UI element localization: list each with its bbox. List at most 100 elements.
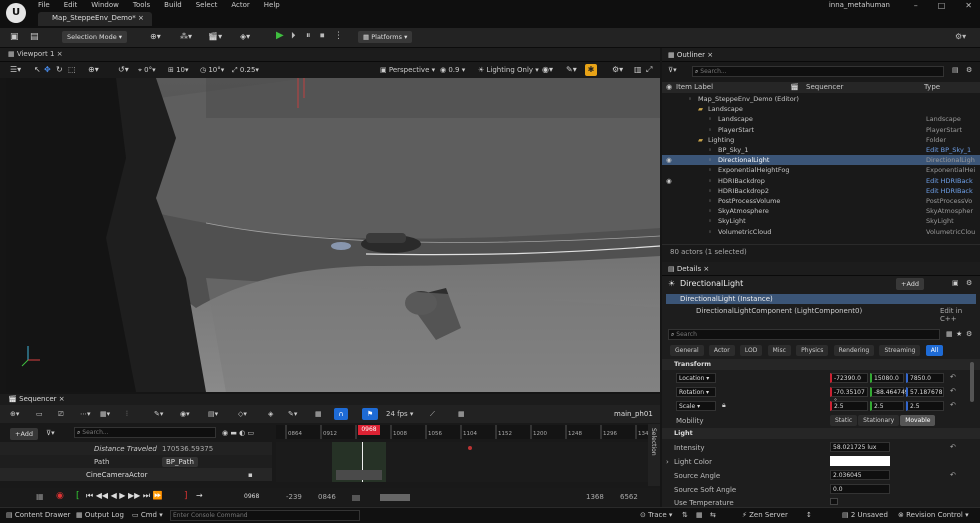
sequencer-search-input[interactable]: ⌕ Search... — [74, 427, 216, 438]
camera-cut-icon[interactable]: ▪ — [248, 471, 253, 479]
actions-icon[interactable]: ⋯▾ — [80, 410, 91, 418]
loop-icon[interactable]: ▦ — [36, 492, 44, 501]
rotation-snap[interactable]: ⌖ 0°▾ — [138, 66, 156, 75]
viewport-tab[interactable]: ▦ Viewport 1 × — [8, 50, 63, 58]
source-soft-angle-field[interactable]: 0.0 — [830, 484, 890, 494]
scale-snap[interactable]: ⤢ 0.25▾ — [232, 66, 259, 75]
track-row-distance[interactable]: Distance Traveled 170536.59375 — [0, 442, 272, 455]
menu-actor[interactable]: Actor — [231, 1, 249, 9]
outliner-row[interactable]: ◦ SkyAtmosphere SkyAtmospher — [662, 206, 980, 216]
outliner-row[interactable]: ◦ VolumetricCloud VolumetricClou — [662, 227, 980, 237]
add-actor-icon[interactable]: ⊕▾ — [150, 32, 161, 41]
outliner-settings-icon[interactable]: ⚙ — [966, 66, 972, 74]
visibility-eye-icon[interactable]: ◉ — [666, 176, 672, 186]
game-view-icon[interactable]: ✱ — [585, 64, 597, 76]
details-scrollbar[interactable] — [970, 362, 974, 402]
col-type[interactable]: Type — [924, 83, 940, 91]
reset-rotation-icon[interactable]: ↶ — [950, 387, 956, 395]
fps-dropdown[interactable]: 24 fps ▾ — [386, 410, 413, 418]
modes-icon[interactable]: ◈▾ — [240, 32, 250, 41]
col-item-label[interactable]: Item Label — [676, 83, 713, 91]
light-section-header[interactable]: Light — [662, 428, 980, 439]
tools-icon[interactable]: ✎▾ — [154, 410, 163, 418]
filter-icon[interactable]: ⊽▾ — [668, 66, 677, 74]
source-angle-field[interactable]: 2.036045 — [830, 470, 890, 480]
scroll-handle-left[interactable] — [352, 495, 360, 501]
outliner-row[interactable]: ◉ ◦ DirectionalLight DirectionalLigh — [662, 155, 980, 166]
cmd-dropdown[interactable]: ▭ Cmd ▾ — [132, 511, 163, 519]
mobility-movable[interactable]: Movable — [900, 415, 936, 426]
set-start-icon[interactable]: [ — [76, 491, 80, 501]
curve-icon[interactable]: ⫶ — [126, 410, 128, 419]
outliner-row[interactable]: ◦ ExponentialHeightFog ExponentialHei — [662, 165, 980, 175]
playback-options-icon[interactable]: ▤▾ — [208, 410, 218, 418]
settings-icon[interactable]: ⚙▾ — [955, 32, 966, 41]
output-log-button[interactable]: ▦ Output Log — [76, 511, 124, 519]
rotation-x-field[interactable]: -70.35107 ° — [830, 387, 868, 405]
scale-tool-icon[interactable]: ⬚ — [68, 65, 76, 74]
viewport-menu-icon[interactable]: ☰▾ — [10, 65, 21, 74]
move-tool-icon[interactable]: ✥ — [44, 65, 51, 74]
view-icon[interactable]: ◉▾ — [180, 410, 190, 418]
details-view-icon[interactable]: ▦ — [946, 330, 953, 338]
outliner-tab[interactable]: ▦ Outliner × — [668, 51, 713, 59]
menu-window[interactable]: Window — [91, 1, 119, 9]
perspective-dropdown[interactable]: ▣ Perspective ▾ — [380, 66, 435, 74]
play-icon[interactable]: ▶ — [276, 30, 284, 41]
level-tab[interactable]: Map_SteppeEnv_Demo* × — [38, 12, 152, 26]
selection-side-tab[interactable]: Selection — [648, 424, 660, 486]
view-mode-dropdown[interactable]: ☀ Lighting Only ▾ — [478, 66, 539, 74]
key-diamond-icon[interactable]: ◇▾ — [238, 410, 247, 418]
rotation-z-field[interactable]: 57.187678 — [906, 387, 944, 397]
menu-help[interactable]: Help — [264, 1, 280, 9]
outliner-row[interactable]: ▰ Landscape — [662, 104, 980, 114]
source-control-icon[interactable]: ↕ — [806, 511, 812, 519]
select-tool-icon[interactable]: ↖ — [34, 65, 41, 74]
current-frame-marker[interactable]: 0968 — [358, 425, 380, 435]
use-temperature-checkbox[interactable] — [830, 498, 838, 505]
outliner-search-input[interactable]: ⌕ Search... — [692, 66, 944, 77]
outliner-row[interactable]: ▰ Lighting Folder — [662, 135, 980, 145]
platforms-button[interactable]: ▦ Platforms ▾ — [358, 31, 413, 43]
details-tab[interactable]: ▤ Details × — [668, 265, 709, 273]
outliner-row[interactable]: ◦ Map_SteppeEnv_Demo (Editor) — [662, 94, 980, 104]
outliner-row[interactable]: ◦ SkyLight SkyLight — [662, 216, 980, 226]
auto-key-icon[interactable]: ◈ — [268, 410, 273, 418]
reset-intensity-icon[interactable]: ↶ — [950, 443, 956, 451]
light-color-swatch[interactable] — [830, 456, 890, 466]
stop-icon[interactable]: ⏹ — [320, 31, 325, 41]
close-icon[interactable]: × — [138, 14, 144, 22]
tab-actor[interactable]: Actor — [708, 345, 735, 356]
favorite-icon[interactable]: ★ — [956, 330, 962, 338]
outliner-row[interactable]: ◦ HDRIBackdrop2 Edit HDRIBack — [662, 186, 980, 196]
record-icon[interactable]: ◉ — [56, 491, 64, 501]
scale-dropdown[interactable]: Scale ▾ — [676, 401, 716, 411]
pause-icon[interactable]: ⏸ — [306, 31, 311, 41]
trace-button[interactable]: ⊙ Trace ▾ — [640, 511, 672, 519]
col-sequencer[interactable]: Sequencer — [806, 83, 843, 91]
blueprint-add-icon[interactable]: ▣ — [952, 279, 959, 287]
outliner-row-type-link[interactable]: Edit BP_Sky_1 — [926, 145, 980, 155]
revision-control-button[interactable]: ⊗ Revision Control ▾ — [898, 511, 969, 519]
outliner-row-type-link[interactable]: Edit HDRIBack — [926, 176, 980, 186]
show-flags-icon[interactable]: ◉▾ — [542, 65, 553, 74]
intensity-field[interactable]: 58.021725 lux — [830, 442, 890, 452]
snap-icon[interactable]: ∩ — [334, 408, 348, 420]
minimize-icon[interactable]: – — [914, 1, 918, 10]
view-end-value[interactable]: 6562 — [620, 493, 638, 501]
browse-icon[interactable]: ▤ — [30, 32, 39, 42]
new-folder-icon[interactable]: ▤ — [952, 66, 959, 74]
blueprint-icon[interactable]: ⁂▾ — [180, 32, 192, 41]
sequencer-tab[interactable]: 🎬︎ Sequencer × — [8, 395, 65, 403]
mobility-stationary[interactable]: Stationary — [858, 415, 900, 426]
tab-misc[interactable]: Misc — [767, 345, 791, 356]
console-input[interactable]: Enter Console Command — [170, 510, 360, 521]
camera-lock-icon[interactable]: ▭ — [36, 410, 43, 418]
rotation-y-field[interactable]: -88.464749 — [870, 387, 909, 397]
path-binding[interactable]: BP_Path — [162, 457, 198, 467]
camera-section[interactable] — [336, 470, 382, 480]
zen-server-button[interactable]: ⚡ Zen Server — [742, 511, 788, 519]
scale-z-field[interactable]: 2.5 — [906, 401, 944, 411]
draw-icon[interactable]: ✎▾ — [288, 410, 297, 418]
expand-light-color-icon[interactable]: › — [666, 458, 669, 466]
